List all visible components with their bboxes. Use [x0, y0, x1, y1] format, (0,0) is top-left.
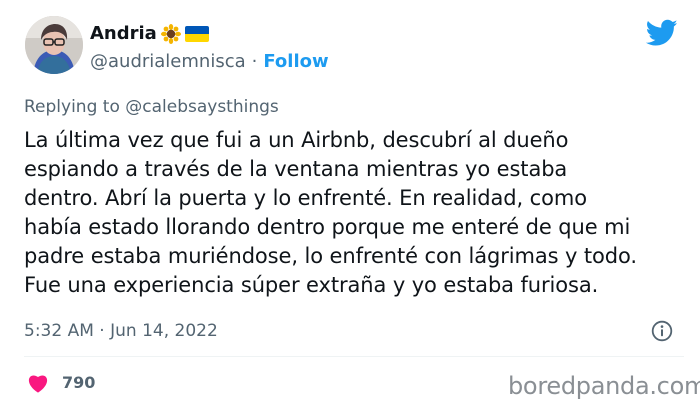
tweet-line: padre estaba muriéndose, lo enfrenté con…	[24, 244, 637, 268]
replying-prefix: Replying to	[24, 97, 120, 117]
heart-icon[interactable]	[27, 373, 49, 393]
tweet-line: había estado llorando dentro porque me e…	[24, 215, 631, 239]
tweet-time: 5:32 AM	[24, 321, 94, 341]
like-count[interactable]: 790	[62, 372, 95, 394]
tweet-text: La última vez que fui a un Airbnb, descu…	[24, 126, 684, 300]
avatar-image	[25, 16, 83, 74]
tweet-date: Jun 14, 2022	[110, 321, 218, 341]
separator-dot: ·	[99, 321, 105, 341]
author-handle-row: @audrialemnisca · Follow	[90, 50, 329, 74]
author-name[interactable]: Andria	[90, 22, 157, 46]
follow-button[interactable]: Follow	[263, 51, 328, 72]
avatar[interactable]	[25, 16, 83, 74]
watermark: boredpanda.com	[508, 372, 700, 400]
info-icon[interactable]	[651, 320, 673, 342]
twitter-bird-icon[interactable]	[645, 19, 678, 47]
tweet-line: La última vez que fui a un Airbnb, descu…	[24, 128, 569, 152]
author-handle[interactable]: @audrialemnisca	[90, 51, 246, 72]
tweet-line: espiando a través de la ventana mientras…	[24, 157, 568, 181]
sunflower-icon	[160, 24, 181, 44]
separator-dot: ·	[251, 51, 258, 72]
tweet-timestamp[interactable]: 5:32 AM · Jun 14, 2022	[24, 319, 218, 343]
replying-to-line: Replying to @calebsaysthings	[24, 95, 279, 119]
ukraine-flag-icon	[184, 26, 209, 42]
tweet-line: dentro. Abrí la puerta y lo enfrenté. En…	[24, 186, 587, 210]
tweet-line: Fue una experiencia súper extraña y yo e…	[24, 273, 599, 297]
reply-mention-link[interactable]: @calebsaysthings	[125, 97, 279, 117]
author-name-row: Andria	[90, 22, 209, 46]
divider	[24, 356, 684, 357]
